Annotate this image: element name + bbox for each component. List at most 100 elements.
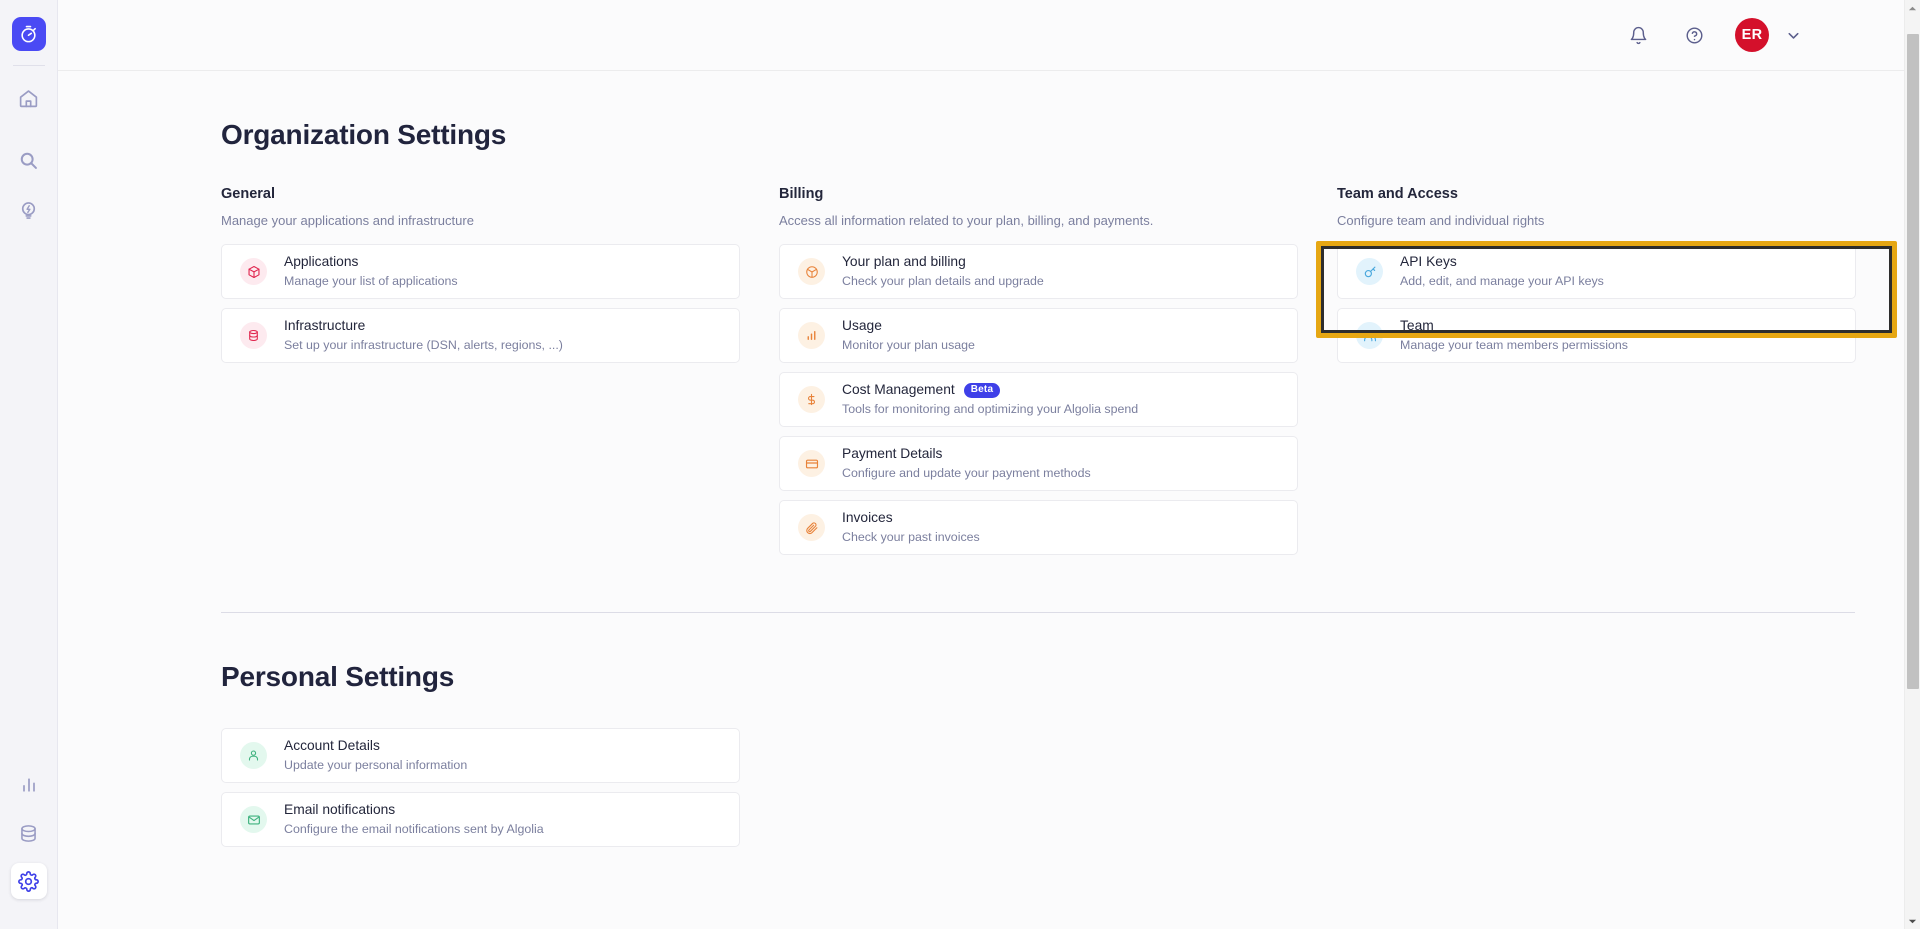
- key-icon-glyph: [1364, 266, 1375, 277]
- personal-settings-title: Personal Settings: [221, 661, 455, 692]
- card-text: Email notifications Configure the email …: [284, 801, 544, 837]
- chevron-up-icon: [1908, 6, 1917, 10]
- card-payment-details[interactable]: Payment Details Configure and update you…: [779, 436, 1298, 491]
- dollar-icon: [798, 386, 825, 413]
- user-icon: [240, 742, 267, 769]
- card-description: Set up your infrastructure (DSN, alerts,…: [284, 337, 563, 352]
- avatar[interactable]: ER: [1735, 18, 1769, 52]
- column-heading-billing: Billing: [779, 186, 824, 202]
- card-usage[interactable]: Usage Monitor your plan usage: [779, 308, 1298, 363]
- top-bar: ER: [58, 0, 1920, 71]
- search-icon: [20, 152, 37, 169]
- sidebar-item-home[interactable]: [11, 80, 47, 116]
- scroll-up-button[interactable]: [1905, 0, 1920, 16]
- users-icon: [1356, 322, 1383, 349]
- card-title: API Keys: [1400, 254, 1457, 270]
- account-menu-button[interactable]: [1785, 27, 1802, 44]
- main-content: ER Organization Settings General Manage …: [58, 0, 1920, 929]
- card-cost-management[interactable]: Cost Management Beta Tools for monitorin…: [779, 372, 1298, 427]
- key-icon: [1356, 258, 1383, 285]
- card-description: Configure the email notifications sent b…: [284, 821, 544, 836]
- section-divider: [221, 612, 1855, 613]
- user-icon-glyph: [248, 750, 259, 761]
- card-team[interactable]: Team Manage your team members permission…: [1337, 308, 1856, 363]
- personal-columns: Account Details Update your personal inf…: [221, 728, 1920, 856]
- column-team-and-access: Team and Access Configure team and indiv…: [1316, 186, 1897, 564]
- plan-icon: [798, 258, 825, 285]
- column-subheading-team-and-access: Configure team and individual rights: [1337, 213, 1545, 228]
- card-text: Applications Manage your list of applica…: [284, 253, 458, 289]
- card-title: Invoices: [842, 510, 893, 526]
- card-description: Check your plan details and upgrade: [842, 273, 1044, 288]
- card-infrastructure[interactable]: Infrastructure Set up your infrastructur…: [221, 308, 740, 363]
- card-description: Tools for monitoring and optimizing your…: [842, 401, 1139, 416]
- settings-page: Organization Settings General Manage you…: [58, 119, 1920, 856]
- sidebar-item-analytics[interactable]: [11, 767, 47, 803]
- paperclip-icon: [798, 514, 825, 541]
- column-heading-general: General: [221, 186, 275, 202]
- sidebar-divider: [12, 65, 45, 66]
- chevron-down-icon: [1788, 32, 1799, 39]
- column-billing: Billing Access all information related t…: [779, 186, 1298, 564]
- card-your-plan-and-billing[interactable]: Your plan and billing Check your plan de…: [779, 244, 1298, 299]
- card-text: Infrastructure Set up your infrastructur…: [284, 317, 563, 353]
- bar-chart-icon: [22, 778, 35, 792]
- sidebar-item-accelerate[interactable]: [11, 192, 47, 228]
- card-description: Update your personal information: [284, 757, 468, 772]
- column-subheading-billing: Access all information related to your p…: [779, 213, 1154, 228]
- sidebar-item-search[interactable]: [11, 142, 47, 178]
- package-icon: [240, 258, 267, 285]
- card-title: Payment Details: [842, 446, 943, 462]
- database-icon: [240, 322, 267, 349]
- sidebar-item-settings[interactable]: [10, 863, 47, 899]
- card-title: Applications: [284, 254, 359, 270]
- sidebar-item-data-sources[interactable]: [11, 815, 47, 851]
- card-invoices[interactable]: Invoices Check your past invoices: [779, 500, 1298, 555]
- card-title: Usage: [842, 318, 882, 334]
- plan-icon-glyph: [805, 265, 818, 278]
- sidebar-bottom-group: [0, 767, 57, 911]
- column-personal: Account Details Update your personal inf…: [221, 728, 740, 856]
- notifications-button[interactable]: [1623, 20, 1653, 50]
- database-icon-glyph: [249, 329, 258, 342]
- card-description: Manage your team members permissions: [1400, 337, 1628, 352]
- scrollbar-thumb[interactable]: [1907, 34, 1919, 689]
- envelope-icon: [240, 806, 267, 833]
- card-email-notifications[interactable]: Email notifications Configure the email …: [221, 792, 740, 847]
- card-account-details[interactable]: Account Details Update your personal inf…: [221, 728, 740, 783]
- home-icon: [19, 89, 38, 107]
- column-subheading-general: Manage your applications and infrastruct…: [221, 213, 474, 228]
- stopwatch-icon: [21, 25, 36, 42]
- card-description: Add, edit, and manage your API keys: [1400, 273, 1604, 288]
- gear-icon: [18, 870, 39, 892]
- card-text: Account Details Update your personal inf…: [284, 737, 467, 773]
- lightning-icon: [21, 201, 36, 219]
- algolia-logo[interactable]: [11, 17, 46, 51]
- envelope-icon-glyph: [247, 814, 260, 825]
- card-description: Manage your list of applications: [284, 273, 458, 288]
- card-text: Invoices Check your past invoices: [842, 509, 980, 545]
- card-title-text: Cost Management: [842, 382, 955, 398]
- bar-chart-icon: [798, 322, 825, 349]
- card-title: Team: [1400, 318, 1434, 334]
- bar-chart-icon-glyph: [807, 331, 816, 340]
- card-description: Check your past invoices: [842, 529, 980, 544]
- page-title: Organization Settings: [221, 119, 507, 150]
- card-text: Your plan and billing Check your plan de…: [842, 253, 1044, 289]
- card-title: Cost Management Beta: [842, 381, 1138, 400]
- scroll-down-button[interactable]: [1905, 913, 1920, 929]
- card-description: Monitor your plan usage: [842, 337, 975, 352]
- card-applications[interactable]: Applications Manage your list of applica…: [221, 244, 740, 299]
- primary-sidebar: [0, 0, 58, 929]
- bell-icon: [1630, 26, 1646, 44]
- card-title: Email notifications: [284, 802, 396, 818]
- vertical-scrollbar[interactable]: [1904, 0, 1920, 929]
- status-badge-beta: Beta: [963, 383, 1001, 398]
- card-text: Team Manage your team members permission…: [1400, 317, 1628, 353]
- help-button[interactable]: [1679, 20, 1709, 50]
- card-api-keys[interactable]: API Keys Add, edit, and manage your API …: [1337, 244, 1856, 299]
- card-title: Infrastructure: [284, 318, 366, 334]
- dollar-icon-glyph: [807, 393, 816, 406]
- chevron-down-icon: [1908, 919, 1917, 923]
- card-text: Usage Monitor your plan usage: [842, 317, 975, 353]
